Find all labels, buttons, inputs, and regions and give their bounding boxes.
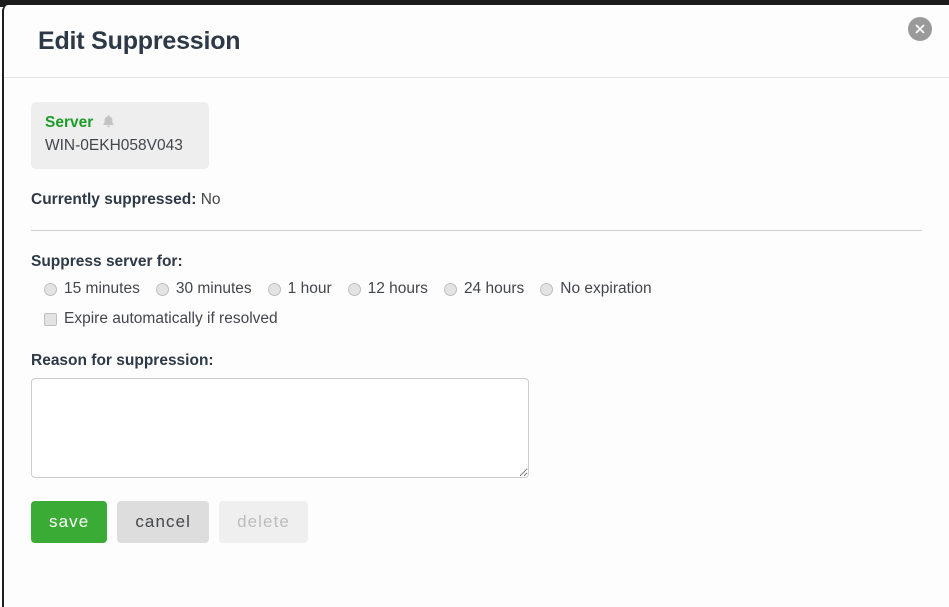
radio-option-12-hours[interactable]: 12 hours (347, 280, 428, 298)
section-divider (31, 230, 922, 232)
server-chip-name: WIN-0EKH058V043 (45, 137, 183, 155)
edit-suppression-modal: Edit Suppression Server WIN-0EKH058V043 … (2, 5, 949, 607)
bell-icon (102, 114, 115, 134)
radio-indicator[interactable] (155, 282, 169, 296)
radio-option-label: 12 hours (367, 280, 428, 298)
server-chip-type-label: Server (45, 114, 94, 131)
radio-option-label: 15 minutes (64, 280, 140, 298)
radio-option-1-hour[interactable]: 1 hour (267, 280, 332, 298)
reason-input[interactable] (31, 378, 529, 479)
modal-actions: save cancel delete (31, 501, 922, 544)
radio-option-30-minutes[interactable]: 30 minutes (155, 280, 252, 298)
radio-option-label: 24 hours (463, 280, 525, 298)
radio-indicator[interactable] (443, 282, 457, 296)
radio-option-label: 1 hour (287, 280, 332, 298)
modal-header: Edit Suppression (4, 5, 949, 78)
delete-button: delete (219, 501, 308, 544)
radio-option-label: 30 minutes (175, 280, 252, 298)
currently-suppressed-status: Currently suppressed: No (31, 191, 922, 209)
expire-automatically-label: Expire automatically if resolved (64, 310, 278, 328)
suppress-duration-radio-group: 15 minutes 30 minutes 1 hour 12 hours 24… (44, 280, 922, 298)
radio-option-label: No expiration (560, 280, 652, 298)
expire-automatically-checkbox[interactable]: Expire automatically if resolved (44, 310, 922, 328)
radio-indicator[interactable] (267, 282, 281, 296)
radio-option-no-expiration[interactable]: No expiration (540, 280, 652, 298)
cancel-button[interactable]: cancel (117, 501, 210, 544)
radio-option-15-minutes[interactable]: 15 minutes (44, 280, 140, 298)
suppress-for-label: Suppress server for: (31, 253, 183, 271)
reason-label: Reason for suppression: (31, 352, 214, 370)
radio-indicator[interactable] (347, 282, 361, 296)
currently-suppressed-value: No (200, 191, 221, 209)
server-chip-type: Server (45, 113, 195, 134)
modal-body: Server WIN-0EKH058V043 Currently suppres… (4, 78, 949, 544)
currently-suppressed-label: Currently suppressed: (31, 191, 197, 209)
radio-option-24-hours[interactable]: 24 hours (443, 280, 525, 298)
save-button[interactable]: save (31, 501, 108, 544)
page-title: Edit Suppression (38, 27, 241, 55)
close-icon[interactable] (908, 17, 932, 41)
checkbox-indicator[interactable] (44, 312, 57, 326)
radio-indicator[interactable] (540, 282, 554, 296)
server-chip[interactable]: Server WIN-0EKH058V043 (31, 102, 209, 170)
radio-indicator[interactable] (44, 282, 57, 296)
